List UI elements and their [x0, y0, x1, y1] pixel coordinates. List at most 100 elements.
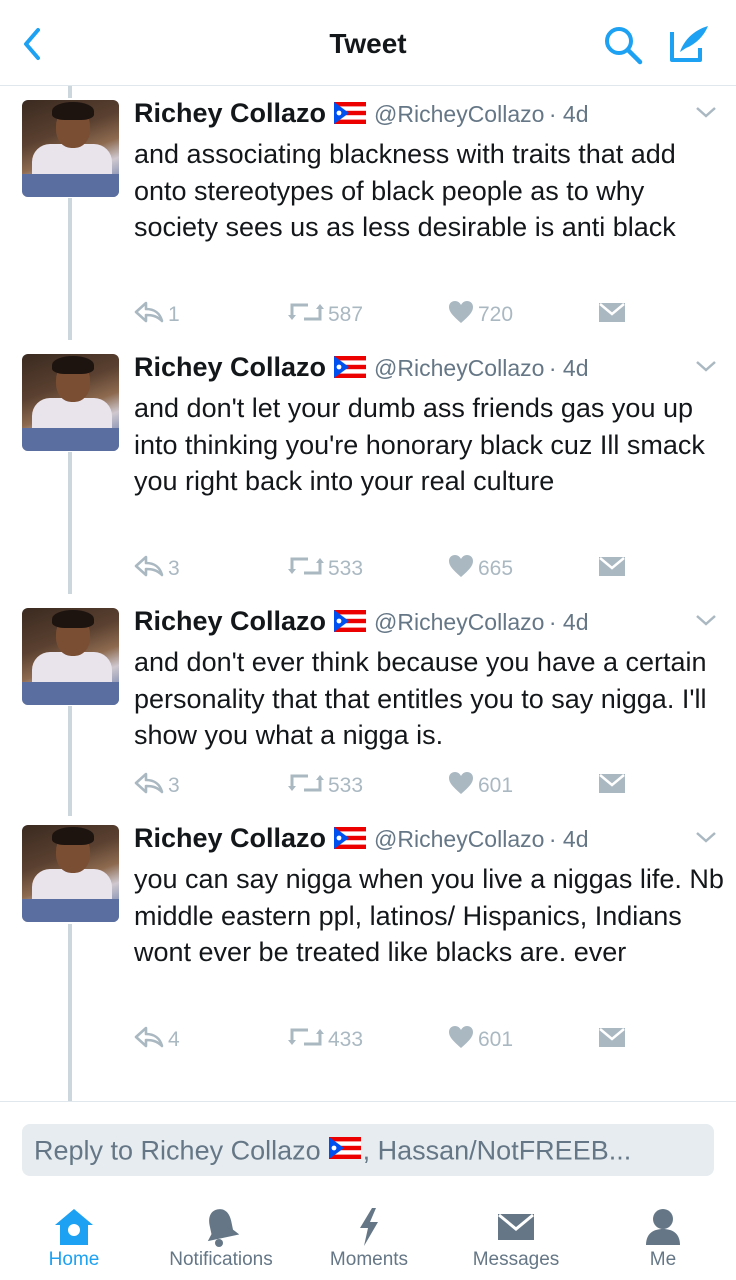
retweet-count: 587 — [328, 303, 364, 326]
envelope-icon — [598, 1026, 630, 1054]
retweet-count: 533 — [328, 774, 364, 797]
retweet-button[interactable]: 587 — [288, 300, 363, 330]
author-name[interactable]: Richey Collazo — [134, 98, 326, 128]
tweet[interactable]: Richey Collazo @RicheyCollazo · 4d and do… — [0, 594, 736, 811]
retweet-button[interactable]: 533 — [288, 771, 363, 801]
reply-button[interactable]: 3 — [134, 554, 180, 584]
envelope-icon — [598, 301, 630, 329]
tweet-header: Richey Collazo @RicheyCollazo · 4d — [134, 606, 589, 640]
tweet[interactable]: Richey Collazo @RicheyCollazo · 4d and as… — [0, 86, 736, 340]
reply-button[interactable]: 4 — [134, 1025, 180, 1055]
tweet-actions: 3 533 665 — [134, 554, 634, 584]
avatar[interactable] — [22, 608, 119, 705]
retweet-icon — [288, 301, 328, 329]
reply-count: 4 — [168, 1028, 180, 1051]
author-name[interactable]: Richey Collazo — [134, 606, 326, 636]
puerto-rico-flag-icon — [334, 610, 367, 637]
reply-button[interactable]: 3 — [134, 771, 180, 801]
tweet-actions: 4 433 601 — [134, 1025, 634, 1055]
heart-icon — [448, 554, 478, 584]
tweet-actions: 1 587 720 — [134, 300, 634, 330]
like-button[interactable]: 601 — [448, 771, 513, 801]
envelope-icon — [466, 1205, 566, 1249]
retweet-button[interactable]: 533 — [288, 554, 363, 584]
tweet[interactable]: Richey Collazo @RicheyCollazo · 4d and do… — [0, 340, 736, 594]
tweet[interactable]: Richey Collazo @RicheyCollazo · 4d you ca… — [0, 811, 736, 1065]
heart-icon — [448, 1025, 478, 1055]
puerto-rico-flag-icon — [328, 1135, 361, 1166]
chevron-down-icon[interactable] — [694, 104, 718, 120]
reply-prompt: Reply to Richey Collazo — [34, 1135, 321, 1166]
reply-count: 1 — [168, 303, 180, 326]
tweet-text: and don't let your dumb ass friends gas … — [134, 393, 705, 496]
like-count: 601 — [478, 774, 514, 797]
lightning-icon — [322, 1205, 416, 1249]
tweet-text: you can say nigga when you live a niggas… — [134, 864, 724, 967]
reply-icon — [134, 555, 168, 583]
author-name[interactable]: Richey Collazo — [134, 823, 326, 853]
reply-bar: Reply to Richey Collazo , Hassan/NotFREEB… — [0, 1101, 736, 1197]
author-handle: @RicheyCollazo — [374, 355, 545, 381]
search-icon[interactable] — [602, 24, 644, 66]
tab-messages[interactable]: Messages — [466, 1205, 566, 1271]
like-count: 720 — [478, 303, 514, 326]
puerto-rico-flag-icon — [334, 356, 367, 383]
tweet-text: and don't ever think because you have a … — [134, 647, 707, 750]
reply-icon — [134, 301, 168, 329]
tweet-header: Richey Collazo @RicheyCollazo · 4d — [134, 823, 589, 857]
tweet-thread: Richey Collazo @RicheyCollazo · 4d and as… — [0, 86, 736, 1101]
tweet-header: Richey Collazo @RicheyCollazo · 4d — [134, 98, 589, 132]
tab-label: Notifications — [169, 1249, 273, 1270]
like-count: 601 — [478, 1028, 514, 1051]
tab-home[interactable]: Home — [42, 1205, 106, 1271]
tweet-time: · 4d — [548, 355, 589, 381]
tweet-actions: 3 533 601 — [134, 771, 634, 801]
direct-message-button[interactable] — [598, 300, 630, 330]
tweet-time: · 4d — [548, 826, 589, 852]
author-handle: @RicheyCollazo — [374, 826, 545, 852]
avatar[interactable] — [22, 825, 119, 922]
like-button[interactable]: 665 — [448, 554, 513, 584]
tweet-header: Richey Collazo @RicheyCollazo · 4d — [134, 352, 589, 386]
tab-moments[interactable]: Moments — [322, 1205, 416, 1271]
like-button[interactable]: 720 — [448, 300, 513, 330]
tab-label: Moments — [329, 1249, 409, 1270]
tweet-time: · 4d — [548, 609, 589, 635]
direct-message-button[interactable] — [598, 771, 630, 801]
author-handle: @RicheyCollazo — [374, 101, 545, 127]
author-handle: @RicheyCollazo — [374, 609, 545, 635]
author-name[interactable]: Richey Collazo — [134, 352, 326, 382]
tab-label: Home — [48, 1249, 100, 1270]
top-nav-bar: Tweet — [0, 0, 736, 86]
reply-icon — [134, 772, 168, 800]
avatar[interactable] — [22, 100, 119, 197]
chevron-down-icon[interactable] — [694, 358, 718, 374]
heart-icon — [448, 771, 478, 801]
person-icon — [636, 1205, 690, 1249]
reply-button[interactable]: 1 — [134, 300, 180, 330]
tab-label: Messages — [472, 1249, 560, 1270]
direct-message-button[interactable] — [598, 554, 630, 584]
tab-me[interactable]: Me — [636, 1205, 690, 1271]
tweet-text: and associating blackness with traits th… — [134, 139, 676, 242]
bottom-tab-bar: Home Notifications Moments Messages Me — [0, 1197, 736, 1280]
avatar[interactable] — [22, 354, 119, 451]
direct-message-button[interactable] — [598, 1025, 630, 1055]
envelope-icon — [598, 772, 630, 800]
retweet-icon — [288, 1026, 328, 1054]
tab-notifications[interactable]: Notifications — [158, 1205, 284, 1271]
retweet-count: 533 — [328, 557, 364, 580]
envelope-icon — [598, 555, 630, 583]
home-icon — [42, 1205, 106, 1249]
chevron-down-icon[interactable] — [694, 829, 718, 845]
reply-input[interactable]: Reply to Richey Collazo , Hassan/NotFREEB… — [22, 1124, 714, 1176]
retweet-button[interactable]: 433 — [288, 1025, 363, 1055]
chevron-down-icon[interactable] — [694, 612, 718, 628]
reply-count: 3 — [168, 557, 180, 580]
tweet-time: · 4d — [548, 101, 589, 127]
compose-icon[interactable] — [666, 22, 712, 66]
puerto-rico-flag-icon — [334, 102, 367, 129]
retweet-icon — [288, 555, 328, 583]
like-button[interactable]: 601 — [448, 1025, 513, 1055]
heart-icon — [448, 300, 478, 330]
